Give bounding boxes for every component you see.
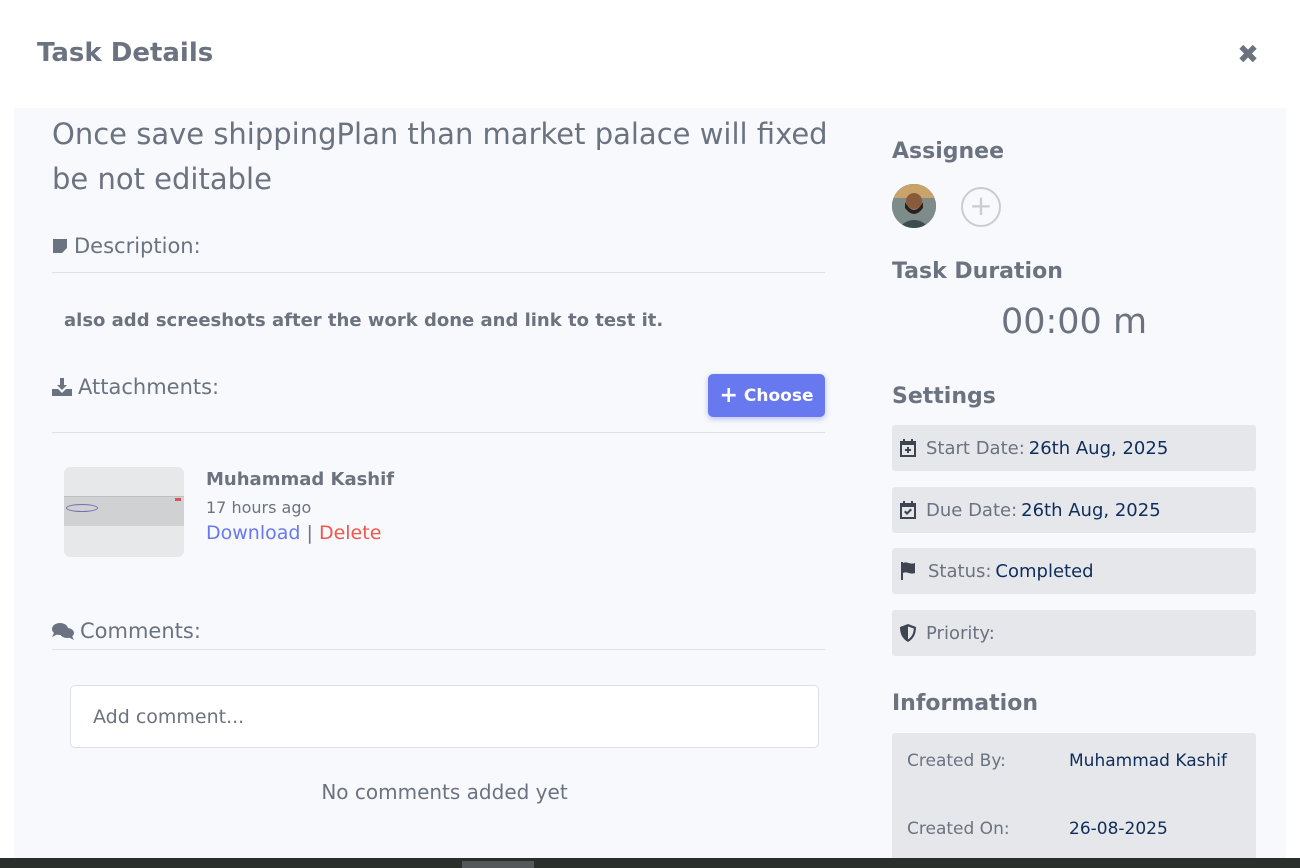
- duration-value: 00:00 m: [1000, 302, 1148, 342]
- plus-icon: +: [719, 382, 738, 408]
- calendar-check-icon: [900, 501, 916, 519]
- shield-icon: [900, 624, 916, 642]
- annotation-circle: [66, 504, 98, 512]
- description-heading: Description:: [52, 234, 201, 258]
- modal-header: Task Details ✖: [0, 0, 1300, 108]
- start-date-setting[interactable]: Start Date: 26th Aug, 2025: [892, 425, 1256, 471]
- created-on-value: 26-08-2025: [1069, 819, 1168, 839]
- attachment-thumbnail[interactable]: [64, 467, 184, 557]
- created-by-label: Created By:: [907, 751, 1006, 771]
- link-separator: |: [306, 522, 313, 544]
- modal-title: Task Details: [37, 38, 214, 68]
- assignee-heading: Assignee: [892, 139, 1005, 164]
- choose-button[interactable]: + Choose: [708, 374, 825, 417]
- attachment-author: Muhammad Kashif: [206, 469, 395, 490]
- status-label: Status:: [928, 560, 992, 582]
- comments-heading: Comments:: [52, 619, 201, 643]
- priority-setting[interactable]: Priority:: [892, 610, 1256, 656]
- attachment-time: 17 hours ago: [206, 498, 312, 517]
- calendar-plus-icon: [900, 439, 916, 457]
- comments-label: Comments:: [80, 619, 201, 643]
- divider: [52, 432, 825, 433]
- start-date-label: Start Date:: [926, 437, 1025, 459]
- download-icon: [52, 378, 72, 396]
- settings-heading: Settings: [892, 384, 996, 409]
- due-date-setting[interactable]: Due Date: 26th Aug, 2025: [892, 487, 1256, 533]
- no-comments-text: No comments added yet: [321, 780, 568, 804]
- created-on-label: Created On:: [907, 819, 1010, 839]
- created-by-value: Muhammad Kashif: [1069, 751, 1227, 771]
- choose-label: Choose: [743, 385, 814, 406]
- attachment-actions: Download | Delete: [206, 522, 381, 544]
- description-text: also add screeshots after the work done …: [64, 310, 664, 331]
- due-date-label: Due Date:: [926, 499, 1018, 521]
- start-date-value: 26th Aug, 2025: [1028, 437, 1169, 459]
- description-label: Description:: [74, 234, 201, 258]
- information-heading: Information: [892, 691, 1038, 716]
- close-icon[interactable]: ✖: [1234, 40, 1262, 70]
- taskbar: [0, 858, 1300, 868]
- delete-link[interactable]: Delete: [319, 522, 381, 544]
- taskbar-item[interactable]: [462, 861, 534, 868]
- sticky-note-icon: [53, 239, 67, 253]
- status-setting[interactable]: Status: Completed: [892, 548, 1256, 594]
- information-box: Created By: Muhammad Kashif Created On: …: [892, 733, 1256, 860]
- modal-body: Once save shippingPlan than market palac…: [14, 108, 1286, 860]
- add-assignee-button[interactable]: +: [961, 187, 1001, 227]
- comment-input[interactable]: [70, 685, 819, 748]
- priority-label: Priority:: [926, 622, 995, 644]
- comments-icon: [52, 622, 74, 640]
- divider: [52, 272, 825, 273]
- avatar[interactable]: [892, 184, 936, 228]
- download-link[interactable]: Download: [206, 522, 300, 544]
- duration-heading: Task Duration: [892, 259, 1063, 284]
- flag-icon: [901, 562, 915, 580]
- task-title: Once save shippingPlan than market palac…: [52, 117, 828, 196]
- divider: [52, 649, 825, 650]
- preview-marker: [175, 498, 181, 501]
- attachments-heading: Attachments:: [52, 375, 219, 399]
- due-date-value: 26th Aug, 2025: [1021, 499, 1161, 521]
- attachments-label: Attachments:: [78, 375, 220, 399]
- status-value: Completed: [995, 560, 1094, 582]
